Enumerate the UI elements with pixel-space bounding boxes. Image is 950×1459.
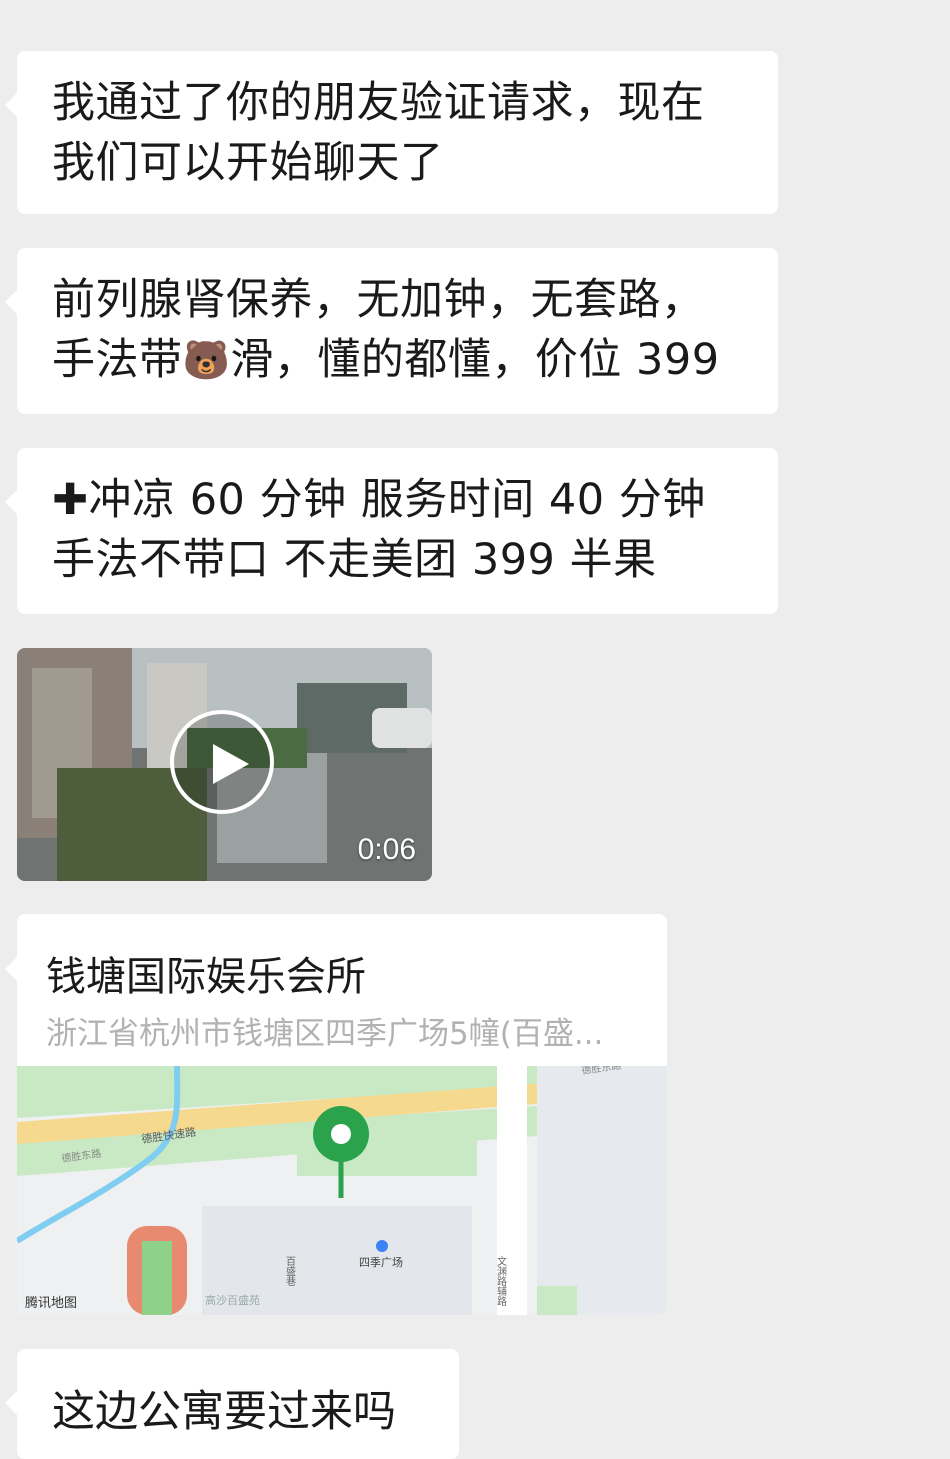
video-duration: 0:06 [357, 833, 416, 866]
message-bubble-service[interactable]: 前列腺肾保养，无加钟，无套路， 手法带🐻滑，懂的都懂，价位 399 [5, 248, 778, 414]
message-bubble-verification[interactable]: 我通过了你的朋友验证请求，现在 我们可以开始聊天了 [5, 51, 778, 214]
message-text-fragment: 冲凉 60 分钟 服务时间 40 分钟 [88, 475, 706, 525]
plus-icon: ✚ [52, 475, 89, 525]
message-text-line: 手法带🐻滑，懂的都懂，价位 399 [52, 330, 748, 390]
map-brand-label: 腾讯地图 [25, 1296, 78, 1311]
message-bubble-details[interactable]: ✚冲凉 60 分钟 服务时间 40 分钟 手法不带口 不走美团 399 半果 [5, 448, 778, 614]
message-text-line: 前列腺肾保养，无加钟，无套路， [52, 275, 705, 325]
location-map[interactable]: 德胜快速路 德胜东路 德胜东路 四季广场 百盛巷 高沙百盛苑 文渊路辅路 腾讯地… [17, 1059, 667, 1315]
message-text-line: 我通过了你的朋友验证请求，现在 [52, 78, 705, 128]
video-message[interactable]: 0:06 [17, 648, 432, 881]
message-text-line: 我们可以开始聊天了 [52, 138, 444, 188]
play-button[interactable] [170, 710, 274, 814]
map-street-label: 百盛巷 [284, 1256, 296, 1286]
message-text-line: 这边公寓要过来吗 [52, 1387, 396, 1437]
map-street-label: 高沙百盛苑 [205, 1293, 260, 1307]
location-message[interactable]: 钱塘国际娱乐会所 浙江省杭州市钱塘区四季广场5幢(百盛... 德胜快速路 德胜东… [17, 914, 667, 1315]
bear-emoji-icon: 🐻 [182, 337, 231, 382]
location-address: 浙江省杭州市钱塘区四季广场5幢(百盛... [46, 1016, 604, 1052]
message-text-line: ✚冲凉 60 分钟 服务时间 40 分钟 [52, 470, 748, 530]
message-text-line: 手法不带口 不走美团 399 半果 [52, 535, 657, 585]
map-image: 德胜快速路 德胜东路 德胜东路 四季广场 百盛巷 高沙百盛苑 文渊路辅路 [17, 1059, 667, 1315]
message-bubble-apartment[interactable]: 这边公寓要过来吗 [5, 1349, 459, 1459]
map-poi-label: 四季广场 [359, 1255, 403, 1269]
map-street-label: 文渊路辅路 [495, 1255, 507, 1307]
message-text-fragment: 手法带 [52, 335, 183, 385]
location-bubble-pointer [5, 957, 17, 981]
message-text-fragment: 滑，懂的都懂，价位 399 [230, 335, 720, 385]
location-name: 钱塘国际娱乐会所 [46, 954, 366, 1000]
